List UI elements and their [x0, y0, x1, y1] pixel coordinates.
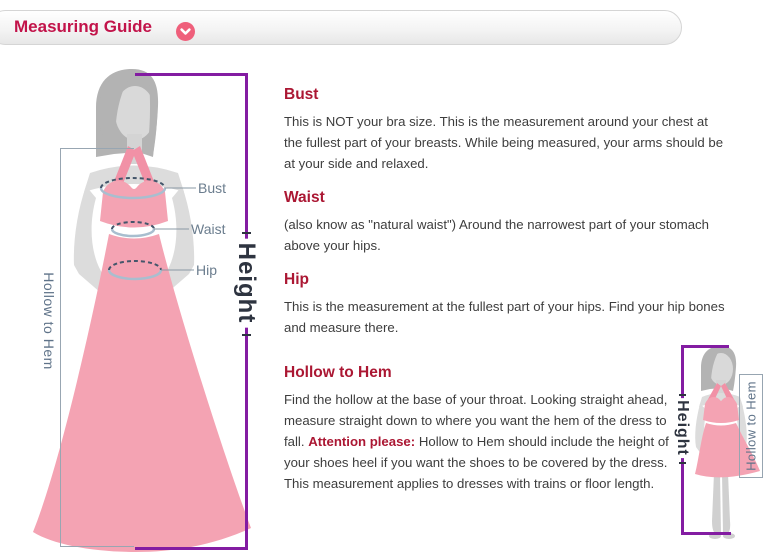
height-bracket-bottom — [681, 532, 731, 535]
dress-skirt — [33, 234, 251, 552]
section-heading-bust: Bust — [284, 86, 726, 104]
measurement-diagram-small: Height Hollow to Hem — [655, 335, 778, 553]
chevron-down-icon[interactable] — [176, 22, 195, 41]
page-title: Measuring Guide — [14, 17, 152, 37]
hollow-bracket-top — [60, 148, 134, 149]
height-tick — [242, 232, 251, 234]
hollow-bracket-bottom — [60, 546, 134, 547]
height-bracket-top — [681, 345, 729, 348]
measurement-diagram-large: Height Hollow to Hem Bust Waist Hip — [30, 60, 270, 553]
hollow-to-hem-box: Hollow to Hem — [739, 374, 763, 478]
height-bracket-top — [135, 73, 248, 76]
section-heading-waist: Waist — [284, 189, 726, 207]
section-heading-hollow-to-hem: Hollow to Hem — [284, 364, 676, 382]
section-body-hollow-to-hem: Find the hollow at the base of your thro… — [284, 389, 676, 494]
height-tick — [242, 334, 251, 336]
section-heading-hip: Hip — [284, 271, 726, 289]
height-label: Height — [231, 239, 261, 328]
hip-label: Hip — [196, 262, 217, 278]
dress-bodice — [100, 181, 168, 228]
height-tick — [679, 462, 686, 464]
measuring-guide-page: Measuring Guide — [0, 0, 778, 553]
section-waist: Waist (also know as "natural waist") Aro… — [284, 189, 726, 256]
height-label: Height — [673, 398, 691, 458]
section-body-bust: This is NOT your bra size. This is the m… — [284, 111, 726, 174]
section-body-waist: (also know as "natural waist") Around th… — [284, 214, 726, 256]
bust-label: Bust — [198, 180, 226, 196]
hollow-to-hem-label: Hollow to Hem — [744, 381, 759, 471]
section-hollow-to-hem: Hollow to Hem Find the hollow at the bas… — [284, 364, 676, 494]
hollow-to-hem-label: Hollow to Hem — [41, 269, 57, 373]
height-tick — [679, 394, 686, 396]
height-bracket-bottom — [135, 547, 248, 550]
waist-label: Waist — [191, 221, 225, 237]
section-bust: Bust This is NOT your bra size. This is … — [284, 86, 726, 174]
section-hip: Hip This is the measurement at the fulle… — [284, 271, 726, 338]
section-body-hip: This is the measurement at the fullest p… — [284, 296, 726, 338]
hollow-bracket-line — [60, 148, 61, 547]
attention-label: Attention please: — [308, 434, 415, 449]
